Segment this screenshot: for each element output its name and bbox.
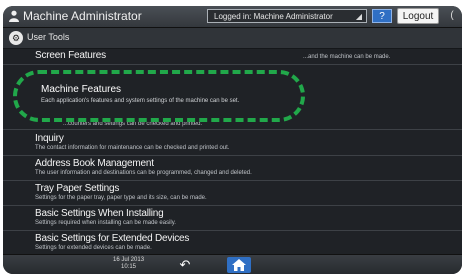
back-button[interactable]: ↶ — [173, 257, 197, 273]
list-item[interactable]: Inquiry The contact information for main… — [3, 131, 462, 156]
list-item[interactable]: Address Book Management The user informa… — [3, 156, 462, 181]
list-item[interactable]: Basic Settings When Installing Settings … — [3, 206, 462, 231]
item-description: Each application's features and system s… — [41, 98, 240, 104]
item-title: Tray Paper Settings — [35, 183, 120, 194]
bottom-bar: 16 Jul 2013 10:15 ↶ — [3, 254, 462, 274]
item-description: ...and the machine can be made. — [303, 54, 391, 60]
sub-header: ⚙ User Tools — [3, 28, 462, 49]
list-item[interactable]: Tray Paper Settings Settings for the pap… — [3, 181, 462, 206]
help-button[interactable]: ? — [372, 9, 392, 23]
item-description: Settings for the paper tray, paper type … — [35, 195, 207, 201]
item-title: Machine Features — [41, 84, 122, 95]
screen: Machine Administrator Logged in: Machine… — [3, 6, 462, 274]
item-description: The user information and destinations ca… — [35, 170, 252, 176]
machine-features-item[interactable]: Machine Features Each application's feat… — [13, 70, 305, 122]
date: 16 Jul 2013 — [113, 257, 145, 263]
item-description: Settings for extended devices can be mad… — [35, 245, 152, 251]
minimize-icon[interactable]: ( — [445, 9, 459, 23]
item-description: Settings required when installing can be… — [35, 220, 176, 226]
item-title: Inquiry — [35, 133, 64, 144]
home-button[interactable] — [227, 257, 251, 273]
logout-button[interactable]: Logout — [397, 8, 439, 24]
item-title: Screen Features — [35, 50, 106, 61]
dropdown-icon: ◢ — [355, 12, 362, 21]
top-bar: Machine Administrator Logged in: Machine… — [3, 6, 462, 28]
user-icon — [9, 10, 19, 22]
list-item[interactable]: Basic Settings for Extended Devices Sett… — [3, 231, 462, 254]
login-status-box[interactable]: Logged in: Machine Administrator ◢ — [207, 9, 367, 23]
item-title: Basic Settings When Installing — [35, 208, 164, 219]
item-title: Address Book Management — [35, 158, 154, 169]
item-title: Basic Settings for Extended Devices — [35, 233, 190, 244]
user-tools-icon: ⚙ — [9, 31, 23, 45]
login-status: Logged in: Machine Administrator — [214, 12, 333, 21]
item-description: The contact information for maintenance … — [35, 145, 230, 151]
date-time: 16 Jul 2013 10:15 — [113, 257, 144, 271]
page-title: User Tools — [27, 32, 70, 42]
window-title: Machine Administrator — [23, 9, 142, 23]
back-arrow-icon: ↶ — [179, 257, 191, 272]
time: 10:15 — [121, 264, 137, 270]
home-icon — [232, 259, 246, 271]
list-item[interactable]: Screen Features ...and the machine can b… — [3, 49, 462, 65]
